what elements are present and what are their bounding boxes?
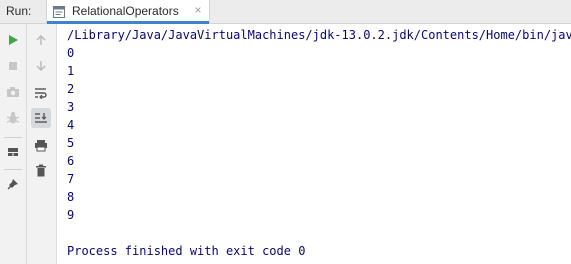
- pin-icon: [7, 179, 18, 190]
- scroll-to-end-button[interactable]: [31, 108, 51, 128]
- down-arrow-icon: [36, 61, 46, 71]
- tab-relational-operators[interactable]: RelationalOperators ×: [46, 0, 210, 24]
- layout-button[interactable]: [3, 142, 23, 162]
- tab-label: RelationalOperators: [72, 4, 179, 18]
- console-line: 5: [67, 136, 75, 150]
- stop-icon: [9, 62, 17, 70]
- rerun-button[interactable]: [3, 30, 23, 50]
- console-command-line: /Library/Java/JavaVirtualMachines/jdk-13…: [67, 28, 571, 42]
- clear-all-button[interactable]: [31, 160, 51, 180]
- run-toolbar-right: [27, 24, 57, 264]
- next-occurrence-button[interactable]: [31, 56, 51, 76]
- exit-message: Process finished with exit code 0: [67, 244, 306, 258]
- console-output[interactable]: /Library/Java/JavaVirtualMachines/jdk-13…: [57, 24, 571, 264]
- soft-wrap-button[interactable]: [31, 83, 51, 103]
- toolbar-separator: [4, 169, 22, 170]
- toolbar-separator: [4, 137, 22, 138]
- console-line: 3: [67, 100, 75, 114]
- run-panel-header: Run: RelationalOperators ×: [0, 0, 571, 24]
- console-line: 7: [67, 172, 75, 186]
- dump-threads-button[interactable]: [3, 82, 23, 102]
- console-line: 4: [67, 118, 75, 132]
- console-line: 8: [67, 190, 75, 204]
- close-icon[interactable]: ×: [192, 3, 204, 17]
- debug-bug-icon: [6, 112, 20, 124]
- print-button[interactable]: [31, 135, 51, 155]
- console-line: 6: [67, 154, 75, 168]
- console-tab-icon: [53, 5, 65, 18]
- rerun-icon: [9, 35, 18, 45]
- scroll-to-end-icon: [35, 113, 47, 123]
- camera-icon: [7, 87, 19, 97]
- layout-icon: [8, 148, 18, 156]
- stop-button[interactable]: [3, 56, 23, 76]
- console-line: 9: [67, 208, 75, 222]
- console-line: 2: [67, 82, 75, 96]
- pin-tab-button[interactable]: [3, 174, 23, 194]
- debug-button[interactable]: [3, 108, 23, 128]
- soft-wrap-icon: [35, 88, 47, 99]
- trash-icon: [36, 164, 46, 176]
- print-icon: [35, 139, 47, 151]
- run-toolbar-left: [0, 24, 27, 264]
- previous-occurrence-button[interactable]: [31, 30, 51, 50]
- console-line: 0: [67, 46, 75, 60]
- console-line: 1: [67, 64, 75, 78]
- up-arrow-icon: [36, 35, 46, 45]
- run-label: Run:: [6, 4, 32, 18]
